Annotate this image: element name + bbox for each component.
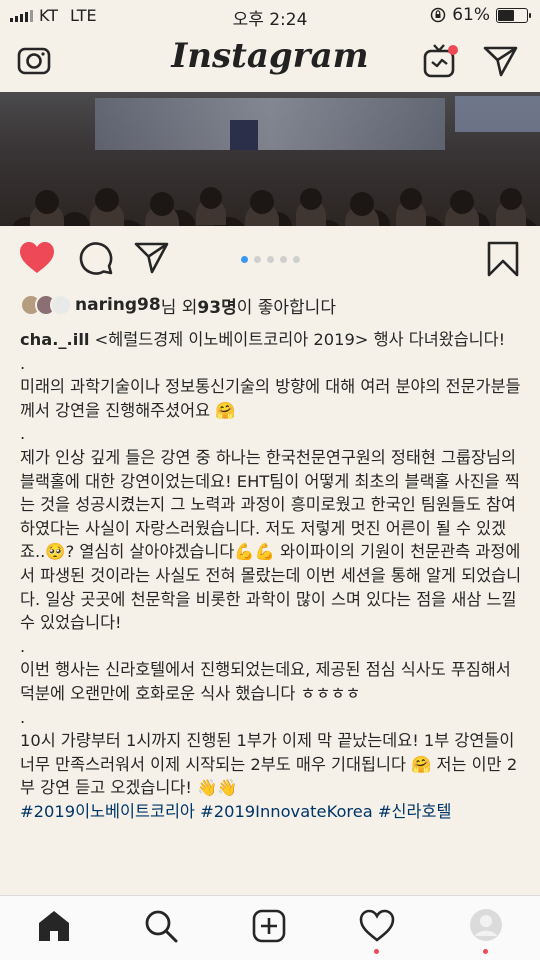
caption-line: 10시 가량부터 1시까지 진행된 1부가 이제 막 끝났는데요! 1부 강연들… bbox=[20, 731, 518, 798]
app-header: Instagram bbox=[0, 30, 540, 92]
stage-screen bbox=[95, 98, 445, 150]
carousel-dot bbox=[266, 256, 274, 263]
status-bar: KT LTE 오후 2:24 61% bbox=[0, 0, 540, 30]
caption-line: 제가 인상 깊게 들은 강연 중 하나는 한국천문연구원의 정태현 그룹장님의 … bbox=[20, 447, 522, 633]
audience-head bbox=[500, 188, 522, 210]
audience-head bbox=[200, 187, 222, 209]
audience-head bbox=[60, 212, 90, 226]
audience-head bbox=[35, 190, 59, 214]
caption-line: 미래의 과학기술이나 정보통신기술의 방향에 대해 여러 분야의 전문가분들께서… bbox=[20, 377, 521, 420]
carousel-dot bbox=[240, 256, 248, 263]
caption-line: . bbox=[20, 353, 26, 373]
tab-bar bbox=[0, 895, 540, 960]
carousel-dot bbox=[279, 256, 287, 263]
likes-text: 님 외 bbox=[160, 297, 198, 318]
new-post-icon[interactable] bbox=[251, 908, 287, 944]
profile-notification-dot bbox=[483, 949, 488, 954]
caption-line: 이번 행사는 신라호텔에서 진행되었는데요, 제공된 점심 식사도 푸짐해서 덕… bbox=[20, 660, 511, 703]
orientation-lock-icon bbox=[430, 7, 446, 23]
battery-icon bbox=[496, 7, 531, 23]
likes-count[interactable]: 93명 bbox=[197, 293, 236, 318]
home-icon[interactable] bbox=[36, 908, 72, 944]
liker-avatars bbox=[20, 294, 72, 316]
post-actions bbox=[0, 228, 540, 290]
direct-message-icon[interactable] bbox=[482, 42, 520, 80]
carousel-dot bbox=[292, 256, 300, 263]
post-caption: cha._.ill <헤럴드경제 이노베이트코리아 2019> 행사 다녀왔습니… bbox=[20, 328, 525, 823]
podium bbox=[230, 120, 258, 150]
activity-notification-dot bbox=[374, 949, 379, 954]
post-photo[interactable] bbox=[0, 92, 540, 226]
audience-head bbox=[400, 188, 422, 210]
caption-username[interactable]: cha._.ill bbox=[20, 330, 89, 349]
audience-head bbox=[350, 192, 374, 216]
igtv-badge bbox=[448, 45, 458, 55]
battery-percent: 61% bbox=[452, 5, 490, 25]
first-liker[interactable]: naring98 bbox=[75, 295, 161, 315]
caption-line: . bbox=[20, 707, 26, 727]
carousel-dot bbox=[253, 256, 261, 263]
side-screen bbox=[455, 96, 540, 132]
caption-line: cha._.ill <헤럴드경제 이노베이트코리아 2019> 행사 다녀왔습니… bbox=[20, 330, 506, 349]
audience-head bbox=[150, 192, 174, 216]
caption-line: . bbox=[20, 636, 26, 656]
caption-line: . bbox=[20, 424, 26, 444]
igtv-icon[interactable] bbox=[422, 42, 460, 80]
audience-head bbox=[300, 188, 322, 210]
search-icon[interactable] bbox=[143, 908, 179, 944]
audience-head bbox=[250, 190, 274, 214]
avatar bbox=[50, 294, 72, 316]
hashtags[interactable]: #2019이노베이트코리아 #2019InnovateKorea #신라호텔 bbox=[20, 800, 525, 824]
audience-head bbox=[450, 190, 474, 214]
profile-icon[interactable] bbox=[469, 908, 503, 942]
activity-icon[interactable] bbox=[358, 908, 396, 944]
bookmark-icon[interactable] bbox=[486, 240, 520, 278]
carousel-indicator bbox=[0, 256, 540, 263]
likes-summary[interactable]: naring98 님 외 93명 이 좋아합니다 bbox=[20, 292, 336, 318]
likes-text-end: 이 좋아합니다 bbox=[236, 297, 336, 318]
audience-head bbox=[95, 188, 119, 212]
